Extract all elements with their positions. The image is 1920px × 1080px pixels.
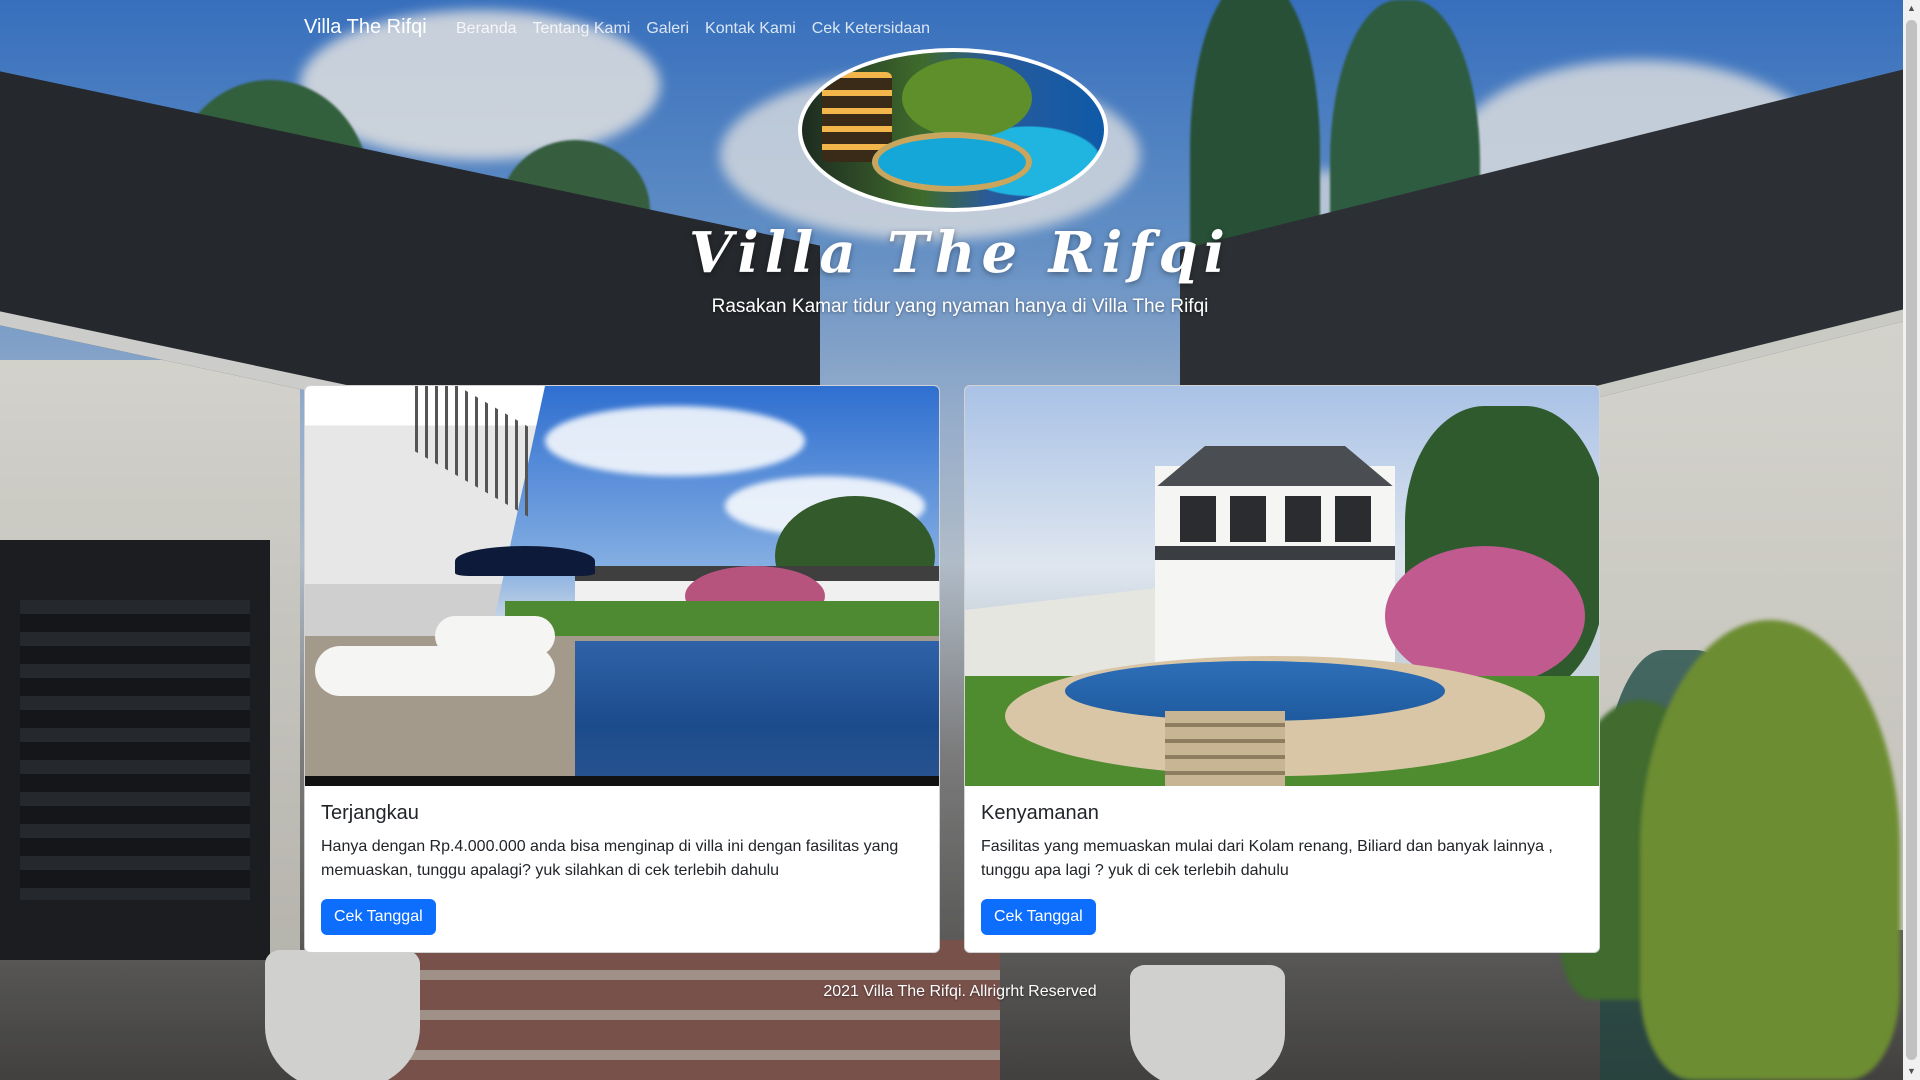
scrollbar-thumb[interactable] — [1906, 20, 1917, 1060]
nav-link-galeri[interactable]: Galeri — [638, 20, 697, 38]
card-terjangkau: Terjangkau Hanya dengan Rp.4.000.000 and… — [304, 385, 940, 953]
nav-link-kontak-kami[interactable]: Kontak Kami — [697, 20, 804, 38]
nav-link-cek-ketersediaan[interactable]: Cek Ketersidaan — [804, 20, 938, 38]
card-kenyamanan: Kenyamanan Fasilitas yang memuaskan mula… — [964, 385, 1600, 953]
navbar-brand[interactable]: Villa The Rifqi — [304, 16, 427, 39]
cek-tanggal-button[interactable]: Cek Tanggal — [981, 899, 1096, 935]
footer-copyright: 2021 Villa The Rifqi. Allrigrht Reserved — [823, 983, 1097, 1000]
cek-tanggal-button[interactable]: Cek Tanggal — [321, 899, 436, 935]
nav-link-tentang-kami[interactable]: Tentang Kami — [525, 20, 639, 38]
hero-logo-image — [798, 48, 1108, 212]
card-title: Terjangkau — [321, 802, 419, 824]
card-text: Fasilitas yang memuaskan mulai dari Kola… — [981, 838, 1553, 879]
card-title: Kenyamanan — [981, 802, 1099, 824]
card-image-pool — [305, 386, 939, 786]
nav-link-beranda[interactable]: Beranda — [448, 20, 525, 38]
card-image-villa — [965, 386, 1599, 786]
hero-title: Villa The Rifqi — [689, 220, 1231, 286]
scroll-up-arrow-icon[interactable]: ▲ — [1903, 0, 1920, 17]
card-text: Hanya dengan Rp.4.000.000 anda bisa meng… — [321, 838, 899, 879]
scroll-down-arrow-icon[interactable]: ▼ — [1903, 1063, 1920, 1080]
page-scrollbar[interactable]: ▲ ▼ — [1903, 0, 1920, 1080]
hero-subtitle: Rasakan Kamar tidur yang nyaman hanya di… — [711, 296, 1209, 317]
nav-links: Beranda Tentang Kami Galeri Kontak Kami … — [448, 20, 938, 38]
